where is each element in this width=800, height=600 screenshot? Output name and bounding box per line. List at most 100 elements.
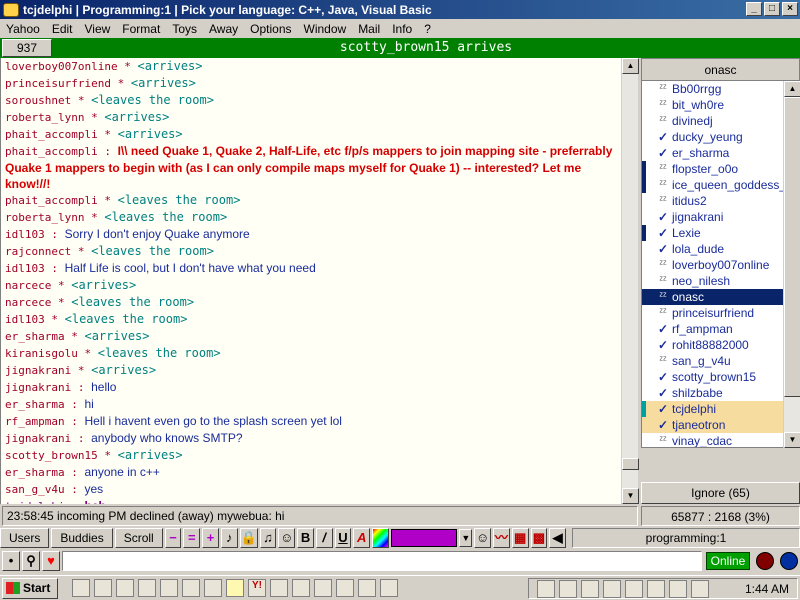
tab-buddies[interactable]: Buddies [51, 528, 113, 548]
taskbar-app-8[interactable] [336, 579, 354, 597]
taskbar-app-5[interactable] [270, 579, 288, 597]
message-input[interactable] [62, 551, 702, 571]
user-list[interactable]: ᶻᶻ Bb00rrgg ᶻᶻ bit_wh0re ᶻᶻ divinedj ✓ ducky_ye… [642, 81, 799, 447]
speaker-icon[interactable] [559, 579, 577, 598]
tray-icon-7[interactable] [669, 579, 687, 598]
menu-toys[interactable]: Toys [166, 22, 203, 36]
chat-nick[interactable]: er_sharma [5, 466, 65, 479]
chat-nick[interactable]: narcece [5, 296, 51, 309]
tray-icon-8[interactable] [691, 579, 709, 598]
user-list-item[interactable]: ᶻᶻ onasc [642, 289, 799, 305]
text-color-button[interactable]: A [353, 528, 371, 548]
user-scroll-down-icon[interactable]: ▼ [784, 432, 800, 448]
font-larger-button[interactable]: + [202, 528, 219, 548]
user-list-item[interactable]: ✓ er_sharma [642, 145, 799, 161]
user-list-item[interactable]: ᶻᶻ divinedj [642, 113, 799, 129]
user-list-item[interactable]: ᶻᶻ vinay_cdac [642, 433, 799, 447]
user-list-item[interactable]: ᶻᶻ san_g_v4u [642, 353, 799, 369]
menu-away[interactable]: Away [203, 22, 244, 36]
tray-icon-6[interactable] [647, 579, 665, 598]
chat-nick[interactable]: phait_accompli [5, 194, 98, 207]
user-list-item[interactable]: ᶻᶻ Bb00rrgg [642, 81, 799, 97]
tray-icon-1[interactable] [537, 579, 555, 598]
chat-nick[interactable]: princeisurfriend [5, 77, 111, 90]
taskbar-app-9[interactable] [358, 579, 376, 597]
minimize-button[interactable]: _ [746, 2, 762, 16]
color-swatch[interactable] [390, 529, 458, 547]
chat-nick[interactable]: rf_ampman [5, 415, 65, 428]
user-list-item[interactable]: ✓ rohit88882000 [642, 337, 799, 353]
chat-nick[interactable]: jignakrani [5, 381, 71, 394]
tab-users[interactable]: Users [0, 528, 50, 548]
taskbar-app-10[interactable] [380, 579, 398, 597]
chat-nick[interactable]: jignakrani [5, 364, 71, 377]
underline-button[interactable]: U [334, 528, 352, 548]
close-button[interactable]: × [782, 2, 798, 16]
voice-icon[interactable]: ♪ [220, 528, 238, 548]
music-icon[interactable]: ♫ [259, 528, 277, 548]
user-list-item[interactable]: ᶻᶻ neo_nilesh [642, 273, 799, 289]
italic-button[interactable]: / [315, 528, 333, 548]
chat-nick[interactable]: loverboy007online [5, 60, 118, 73]
bullet-icon[interactable]: • [2, 551, 20, 571]
chat-nick[interactable]: er_sharma [5, 398, 65, 411]
menu-options[interactable]: Options [244, 22, 297, 36]
pattern-icon[interactable]: ▩ [530, 528, 548, 548]
quicklaunch-icon-4[interactable] [138, 579, 156, 597]
user-list-item[interactable]: ✓ lola_dude [642, 241, 799, 257]
rainbow-icon[interactable] [372, 528, 389, 548]
user-list-item[interactable]: ᶻᶻ ice_queen_goddess_20 [642, 177, 799, 193]
menu-edit[interactable]: Edit [46, 22, 79, 36]
chat-nick[interactable]: rajconnect [5, 245, 71, 258]
taskbar-app-3[interactable] [226, 579, 244, 597]
quicklaunch-icon-1[interactable] [72, 579, 90, 597]
tray-icon-4[interactable] [603, 579, 621, 598]
chat-nick[interactable]: idl103 [5, 313, 45, 326]
user-list-item[interactable]: ✓ ducky_yeung [642, 129, 799, 145]
menu-help[interactable]: ? [418, 22, 437, 36]
chat-log[interactable]: loverboy007online * <arrives> princeisurf… [0, 58, 621, 504]
taskbar-app-7[interactable] [314, 579, 332, 597]
tray-icon-3[interactable] [581, 579, 599, 598]
chevron-down-icon[interactable]: ▼ [459, 529, 473, 547]
yahoo-taskbar-icon[interactable]: Y! [248, 579, 266, 597]
font-smaller-button[interactable]: − [164, 528, 182, 548]
tab-scroll[interactable]: Scroll [114, 528, 163, 548]
taskbar-app-2[interactable] [204, 579, 222, 597]
alt-icon[interactable]: ▦ [511, 528, 529, 548]
arrow-left-icon[interactable]: ◀ [549, 528, 566, 548]
taskbar-app-6[interactable] [292, 579, 310, 597]
chat-nick[interactable]: idl103 [5, 228, 45, 241]
user-list-item[interactable]: ᶻᶻ flopster_o0o [642, 161, 799, 177]
chat-scrollbar[interactable]: ▲ ▼ [621, 58, 639, 504]
quicklaunch-icon-2[interactable] [94, 579, 112, 597]
user-list-item[interactable]: ✓ jignakrani [642, 209, 799, 225]
chat-nick[interactable]: roberta_lynn [5, 211, 84, 224]
menu-view[interactable]: View [79, 22, 117, 36]
user-list-scrollbar[interactable]: ▲ ▼ [783, 81, 800, 448]
chat-nick[interactable]: narcece [5, 279, 51, 292]
bold-button[interactable]: B [297, 528, 314, 548]
record-icon[interactable] [756, 552, 774, 570]
chat-nick[interactable]: phait_accompli [5, 128, 98, 141]
globe-icon[interactable] [780, 552, 798, 570]
chat-nick[interactable]: tcjdelphi [5, 500, 65, 504]
tray-icon-5[interactable] [625, 579, 643, 598]
quicklaunch-icon-5[interactable] [160, 579, 178, 597]
user-list-item[interactable]: ᶻᶻ loverboy007online [642, 257, 799, 273]
chat-nick[interactable]: san_g_v4u [5, 483, 65, 496]
chat-nick[interactable]: roberta_lynn [5, 111, 84, 124]
menu-info[interactable]: Info [386, 22, 418, 36]
menu-mail[interactable]: Mail [352, 22, 386, 36]
ignore-button[interactable]: Ignore (65) [641, 482, 800, 504]
start-button[interactable]: Start [2, 577, 58, 599]
heart-icon[interactable]: ♥ [42, 551, 60, 571]
scroll-down-icon[interactable]: ▼ [622, 488, 639, 504]
title-bar[interactable]: tcjdelphi | Programming:1 | Pick your la… [0, 0, 800, 19]
user-list-item[interactable]: ✓ scotty_brown15 [642, 369, 799, 385]
user-list-item[interactable]: ᶻᶻ princeisurfriend [642, 305, 799, 321]
scroll-thumb[interactable] [622, 458, 639, 470]
user-list-item[interactable]: ✓ tjaneotron [642, 417, 799, 433]
user-list-item[interactable]: ✓ shilzbabe [642, 385, 799, 401]
online-status-button[interactable]: Online [706, 552, 750, 570]
